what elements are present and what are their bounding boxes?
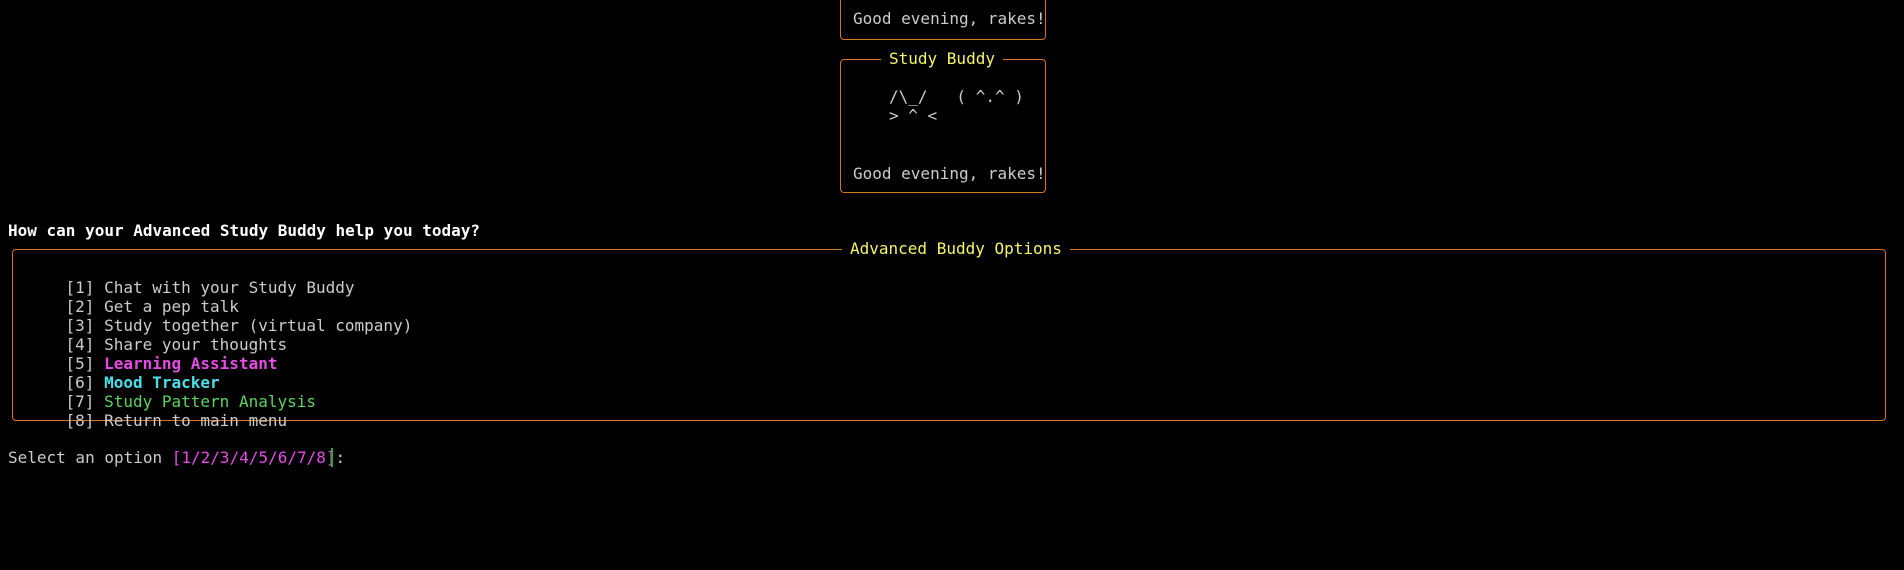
prompt-suffix: : bbox=[335, 448, 346, 467]
study-buddy-panel: Study Buddy /\_/ ( ^.^ ) > ^ < Good even… bbox=[840, 49, 1046, 193]
option-number: [8] bbox=[65, 411, 95, 430]
ascii-art-line-2: > ^ < bbox=[889, 106, 938, 125]
help-question: How can your Advanced Study Buddy help y… bbox=[8, 221, 481, 240]
greeting-text: Good evening, rakes! bbox=[853, 164, 1046, 183]
greeting-text: Good evening, rakes! bbox=[853, 9, 1046, 28]
ascii-art-line-1: /\_/ ( ^.^ ) bbox=[889, 87, 1024, 106]
prompt-choices: [1/2/3/4/5/6/7/8] bbox=[171, 448, 336, 467]
greeting-panel-top: Good evening, rakes! bbox=[840, 0, 1046, 40]
option-item-8[interactable]: [8] Return to main menu bbox=[27, 392, 288, 449]
text-cursor[interactable] bbox=[331, 448, 333, 467]
prompt-text: Select an option bbox=[8, 448, 172, 467]
option-label: Return to main menu bbox=[104, 411, 288, 430]
option-prompt[interactable]: Select an option [1/2/3/4/5/6/7/8]: bbox=[8, 448, 345, 467]
advanced-buddy-options-panel: Advanced Buddy Options [1] Chat with you… bbox=[12, 239, 1886, 430]
options-panel-title: Advanced Buddy Options bbox=[842, 239, 1070, 258]
study-buddy-title: Study Buddy bbox=[881, 49, 1003, 68]
